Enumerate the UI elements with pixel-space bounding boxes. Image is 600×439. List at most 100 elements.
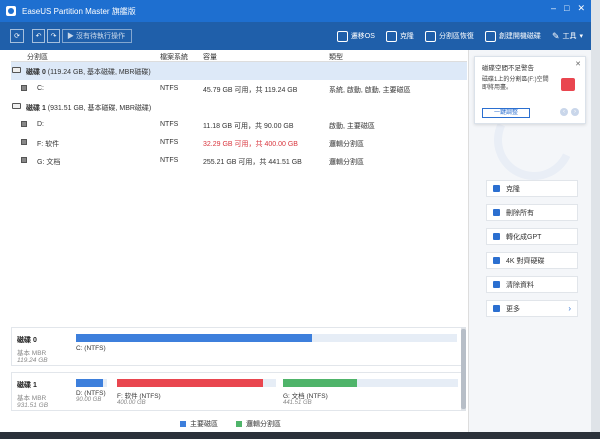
refresh-icon: ⟳: [14, 33, 20, 40]
col-partition[interactable]: 分割區: [27, 52, 48, 62]
notice-next-button[interactable]: ›: [571, 108, 579, 116]
partition-name: C:: [37, 85, 44, 92]
more-icon: [493, 305, 500, 312]
disk-map-row-1[interactable]: 磁碟 1 基本 MBR 931.51 GB D: (NTFS) 90.00 GB…: [11, 372, 466, 411]
col-filesystem[interactable]: 檔案系統: [160, 52, 188, 62]
clone-icon: [385, 30, 397, 42]
notice-body: 磁碟1上的分割區(F:)空間即將用盡。: [482, 77, 549, 91]
tools-icon: ✎: [551, 30, 560, 41]
disk-info: (931.51 GB, 基本磁碟, MBR磁碟): [47, 105, 152, 112]
op-more-label: 更多: [506, 305, 520, 313]
op-wipe-button[interactable]: 清除資料: [486, 276, 578, 293]
legend: 主要磁區 邏輯分割區: [180, 419, 281, 429]
partition-block-g[interactable]: G: 文档 (NTFS) 441.51 GB: [283, 379, 458, 406]
app-title: EaseUS Partition Master 旗艦版: [22, 6, 136, 16]
partition-block-d[interactable]: D: (NTFS) 90.00 GB: [76, 379, 107, 403]
op-more-button[interactable]: 更多 ›: [486, 300, 578, 317]
toolbar-clone[interactable]: 克隆: [385, 30, 414, 42]
partition-recovery-icon: [424, 30, 436, 42]
toolbar-tools[interactable]: ✎ 工具 ▾: [552, 31, 583, 42]
disk-icon: [12, 103, 21, 109]
chevron-down-icon: ▾: [579, 33, 583, 40]
disk-map-row-0[interactable]: 磁碟 0 基本 MBR 119.24 GB C: (NTFS): [11, 327, 466, 366]
partition-capacity: 45.79 GB 可用，共 119.24 GB: [203, 87, 298, 94]
disk-info: (119.24 GB, 基本磁碟, MBR磁碟): [47, 69, 151, 76]
disk-name: 磁碟 0: [26, 69, 46, 76]
table-row[interactable]: C: NTFS 45.79 GB 可用，共 119.24 GB 系統, 啟動, …: [11, 80, 467, 98]
maximize-button[interactable]: □: [564, 3, 569, 14]
minimize-button[interactable]: –: [551, 3, 556, 14]
toolbar-migrate-os-label: 遷移OS: [350, 33, 375, 40]
table-row[interactable]: F: 软件 NTFS 32.29 GB 可用，共 400.00 GB 邏輯分割區: [11, 134, 467, 152]
toolbar-tools-label: 工具: [562, 33, 577, 40]
op-align-4k-button[interactable]: 4K 對齊硬碟: [486, 252, 578, 269]
partition-fs: NTFS: [160, 121, 179, 128]
redo-button[interactable]: ↷: [47, 29, 60, 43]
partition-capacity: 11.18 GB 可用，共 90.00 GB: [203, 123, 294, 130]
table-row[interactable]: D: NTFS 11.18 GB 可用，共 90.00 GB 啟動, 主要磁區: [11, 116, 467, 134]
legend-swatch: [236, 421, 242, 428]
toolbar-bootable-disk[interactable]: 創建開機磁碟: [484, 30, 541, 42]
toolbar-partition-recovery[interactable]: 分割區恢復: [424, 30, 474, 42]
partition-block-label: C: (NTFS): [76, 345, 106, 352]
chevron-right-icon: ›: [568, 304, 571, 313]
hard-drive-icon: [561, 78, 575, 91]
align-4k-icon: [493, 257, 500, 264]
partition-table-header: 分割區 檔案系統 容量 類型: [11, 50, 467, 62]
notice-prev-button[interactable]: ‹: [560, 108, 568, 116]
partition-type: 邏輯分割區: [329, 159, 364, 166]
scrollbar-thumb[interactable]: [461, 329, 466, 409]
disk-map-scrollbar[interactable]: [461, 327, 466, 411]
usage-bar: [117, 379, 264, 387]
op-delete-all-button[interactable]: 刪除所有: [486, 204, 578, 221]
partition-name: D:: [37, 121, 44, 128]
close-button[interactable]: ✕: [577, 3, 585, 14]
partition-fs: NTFS: [160, 139, 179, 146]
legend-logical: 邏輯分割區: [236, 419, 281, 429]
app-logo-icon: [6, 6, 16, 16]
disk-map-type: 基本 MBR: [17, 395, 47, 402]
partition-type: 系統, 啟動, 啟動, 主要磁區: [329, 87, 411, 94]
legend-primary: 主要磁區: [180, 419, 218, 429]
op-convert-gpt-button[interactable]: 轉化成GPT: [486, 228, 578, 245]
table-row[interactable]: 磁碟 0 (119.24 GB, 基本磁碟, MBR磁碟): [11, 62, 467, 80]
op-wipe-label: 清除資料: [506, 281, 534, 289]
bootable-disk-icon: [484, 30, 496, 42]
legend-label: 邏輯分割區: [246, 421, 281, 428]
op-clone-label: 克隆: [506, 185, 520, 193]
table-row[interactable]: G: 文档 NTFS 255.21 GB 可用，共 441.51 GB 邏輯分割…: [11, 152, 467, 170]
one-click-adjust-button[interactable]: 一鍵調整: [482, 108, 530, 118]
toolbar: ⟳ ↶ ↷ ▶ 沒有待執行操作 遷移OS 克隆 分割區恢復 創建開機磁碟 ✎ 工…: [0, 22, 591, 50]
toolbar-migrate-os[interactable]: 遷移OS: [336, 30, 375, 42]
table-row[interactable]: 磁碟 1 (931.51 GB, 基本磁碟, MBR磁碟): [11, 98, 467, 116]
partition-fs: NTFS: [160, 157, 179, 164]
app-window: EaseUS Partition Master 旗艦版 – □ ✕ ⟳ ↶ ↷ …: [0, 0, 591, 439]
undo-button[interactable]: ↶: [32, 29, 45, 43]
disk-name: 磁碟 1: [26, 105, 46, 112]
refresh-button[interactable]: ⟳: [10, 29, 24, 43]
col-capacity[interactable]: 容量: [203, 52, 217, 62]
partition-icon: [21, 157, 27, 163]
op-clone-button[interactable]: 克隆: [486, 180, 578, 197]
disk-map-type: 基本 MBR: [17, 350, 47, 357]
disk-map-name: 磁碟 1: [17, 382, 37, 389]
partition-block-f[interactable]: F: 软件 (NTFS) 400.00 GB: [117, 379, 276, 406]
partition-icon: [21, 139, 27, 145]
migrate-os-icon: [336, 30, 348, 42]
partition-capacity: 32.29 GB 可用，共 400.00 GB: [203, 141, 298, 148]
partition-block-c[interactable]: C: (NTFS): [76, 334, 457, 352]
partition-block-size: 441.51 GB: [283, 400, 312, 406]
toolbar-partition-recovery-label: 分割區恢復: [438, 33, 474, 40]
op-align-4k-label: 4K 對齊硬碟: [506, 257, 545, 265]
toolbar-bootable-disk-label: 創建開機磁碟: [498, 33, 541, 40]
partition-name: G: 文档: [37, 159, 61, 166]
partition-capacity: 255.21 GB 可用，共 441.51 GB: [203, 159, 302, 166]
apply-pending-button[interactable]: ▶ 沒有待執行操作: [62, 29, 132, 43]
col-type[interactable]: 類型: [329, 52, 343, 62]
legend-label: 主要磁區: [190, 421, 218, 428]
disk-map-size: 931.51 GB: [17, 402, 49, 409]
partition-block-size: 90.00 GB: [76, 397, 102, 403]
wipe-icon: [493, 281, 500, 288]
partition-name: F: 软件: [37, 141, 60, 148]
notice-close-button[interactable]: ✕: [575, 60, 581, 68]
